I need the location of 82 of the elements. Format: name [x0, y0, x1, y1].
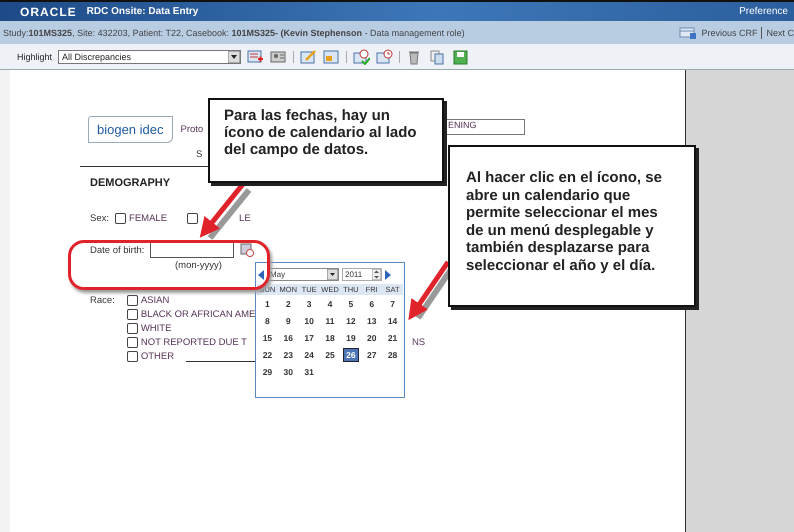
edit-icon[interactable] [300, 48, 318, 64]
sex-label: Sex: [90, 213, 110, 224]
calendar-day[interactable]: 23 [280, 348, 296, 362]
company-logo: biogen idec [88, 116, 172, 143]
option-label: NOT REPORTED DUE T [140, 337, 247, 348]
calendar-day[interactable]: 14 [384, 314, 400, 328]
calendar-day[interactable]: 30 [280, 365, 296, 379]
list-add-icon[interactable] [247, 48, 264, 64]
checkbox[interactable] [126, 337, 138, 348]
option-label: BLACK OR AFRICAN AME [140, 309, 256, 320]
calendar-day[interactable]: 12 [343, 314, 359, 328]
calendar-day[interactable]: 15 [260, 331, 276, 345]
checkbox[interactable] [187, 213, 198, 224]
calendar-day[interactable]: 10 [301, 314, 317, 328]
form-icon[interactable] [323, 48, 340, 64]
option-label: ASIAN [140, 295, 170, 306]
calendar-day[interactable]: 21 [384, 331, 400, 345]
checkbox[interactable] [126, 295, 138, 306]
calendar-icon[interactable] [240, 243, 254, 257]
checkbox[interactable] [126, 351, 138, 362]
section-heading: DEMOGRAPHY [90, 177, 170, 189]
checkbox[interactable] [115, 213, 126, 224]
option-label: FEMALE [129, 213, 168, 224]
checkbox[interactable] [126, 309, 138, 320]
calendar-day[interactable]: 4 [324, 297, 336, 311]
calendar-day[interactable]: 19 [343, 331, 359, 345]
save-icon[interactable] [452, 48, 470, 64]
race-label: Race: [90, 295, 115, 306]
calendar-day[interactable]: 18 [322, 331, 338, 345]
protocol-label: Proto [180, 124, 204, 135]
calendar-day[interactable]: 24 [301, 348, 317, 362]
highlight-label: Highlight [17, 52, 52, 62]
clock-check-icon[interactable] [353, 48, 370, 64]
copy-icon[interactable] [429, 48, 446, 64]
option-label: WHITE [140, 323, 172, 334]
calendar-day[interactable]: 6 [366, 297, 378, 311]
calendar-day[interactable]: 3 [304, 297, 314, 311]
calendar-day[interactable]: 26 [343, 348, 359, 362]
callout-text: Para las fechas, hay un ícono de calendario al lado del campo de datos. [224, 107, 417, 158]
card-icon[interactable] [270, 48, 288, 64]
option-label: OTHER [140, 351, 174, 362]
calendar-day[interactable]: 31 [301, 365, 317, 379]
calendar-day[interactable]: 22 [260, 348, 276, 362]
calendar-day[interactable]: 2 [282, 297, 294, 311]
highlight-dropdown[interactable]: All Discrepancies [58, 50, 242, 64]
brand-logo: ORACLE [20, 4, 77, 18]
calendar-day[interactable]: 1 [262, 297, 273, 311]
year-spinner[interactable]: 2011 [342, 268, 382, 281]
previous-crf-link[interactable]: Previous CRF [701, 28, 758, 38]
clock-icon[interactable] [376, 48, 394, 64]
calendar-day[interactable]: 11 [322, 314, 338, 328]
spinner-arrows-icon[interactable] [372, 269, 381, 280]
calendar-day[interactable]: 20 [364, 331, 380, 345]
previous-month-icon[interactable] [258, 270, 264, 280]
format-hint: (mon-yyyy) [175, 260, 222, 271]
context-info: Study:101MS325, Site: 432203, Patient: T22, Casebook: 101MS325- (Kevin Stephenson - Data management role) [3, 28, 466, 38]
calendar-day[interactable]: 16 [280, 331, 296, 345]
calendar-day[interactable]: 25 [322, 348, 338, 362]
calendar-day[interactable]: 7 [387, 297, 398, 311]
preference-link[interactable]: Preference [739, 6, 788, 17]
calendar-day[interactable]: 17 [301, 331, 317, 345]
calendar-form-icon[interactable] [679, 26, 698, 38]
calendar-day[interactable]: 28 [384, 348, 400, 362]
date-input[interactable] [150, 242, 234, 258]
next-crf-link[interactable]: Next C [766, 28, 794, 38]
calendar-day[interactable]: 27 [364, 348, 380, 362]
calendar-day[interactable]: 13 [364, 314, 380, 328]
calendar-day[interactable]: 29 [260, 365, 276, 379]
callout-text: Al hacer clic en el ícono, se abre un calendario que permite seleccionar el mes de un menú desplegable y también desplazarse para seleccionar el año y el día. [466, 169, 662, 274]
subject-label: S [196, 149, 202, 160]
option-label: NS [412, 337, 426, 348]
checkbox[interactable] [126, 323, 138, 334]
option-label: LE [239, 213, 251, 224]
dropdown-arrow-icon[interactable] [327, 269, 338, 280]
window-title: RDC Onsite: Data Entry [86, 6, 200, 17]
dropdown-arrow-icon[interactable] [228, 50, 240, 62]
month-dropdown[interactable]: May [267, 268, 339, 281]
calendar-day[interactable]: 5 [345, 297, 356, 311]
next-month-icon[interactable] [385, 270, 391, 280]
calendar-day[interactable]: 9 [282, 314, 294, 328]
field-label: Date of birth: [90, 244, 144, 256]
calendar-day[interactable]: 8 [262, 314, 273, 328]
